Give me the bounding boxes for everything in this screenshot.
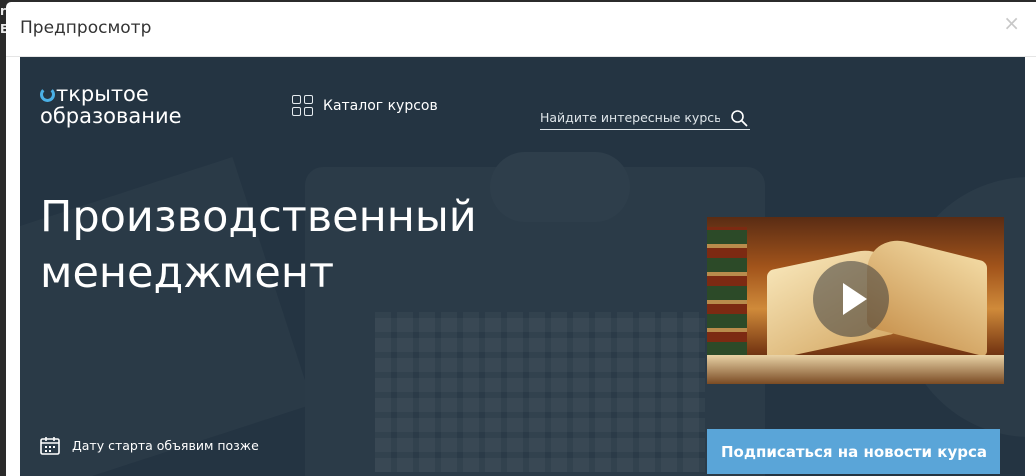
course-title-line-1: Производственный — [40, 192, 477, 242]
background-keyboard — [375, 312, 705, 472]
start-date-info: Дату старта объявим позже — [40, 436, 259, 455]
logo-line-2: образование — [40, 104, 182, 128]
preview-modal: Предпросмотр × ткрытое образование Катал… — [6, 2, 1036, 476]
calendar-icon — [40, 437, 60, 455]
course-preview: ткрытое образование Каталог курсов Произ… — [20, 57, 1025, 476]
start-date-text: Дату старта объявим позже — [72, 438, 259, 453]
course-video-thumbnail[interactable] — [707, 217, 1004, 384]
search-input[interactable] — [540, 107, 720, 127]
course-title-line-2: менеджмент — [40, 248, 334, 298]
subscribe-button[interactable]: Подписаться на новости курса — [707, 429, 1000, 474]
logo-line-1: ткрытое — [56, 82, 149, 106]
catalog-link[interactable]: Каталог курсов — [292, 95, 438, 117]
site-logo[interactable]: ткрытое образование — [40, 83, 182, 127]
course-title: Производственный менеджмент — [40, 189, 560, 301]
logo-ring-icon — [40, 87, 55, 102]
search-box — [540, 107, 750, 130]
grid-icon — [292, 95, 314, 117]
video-book-base — [707, 355, 1004, 384]
play-icon[interactable] — [813, 261, 889, 337]
modal-title: Предпросмотр — [20, 18, 152, 38]
modal-header: Предпросмотр × — [6, 2, 1036, 57]
close-button[interactable]: × — [1003, 13, 1020, 33]
catalog-label: Каталог курсов — [323, 98, 438, 114]
search-icon[interactable] — [730, 109, 748, 127]
